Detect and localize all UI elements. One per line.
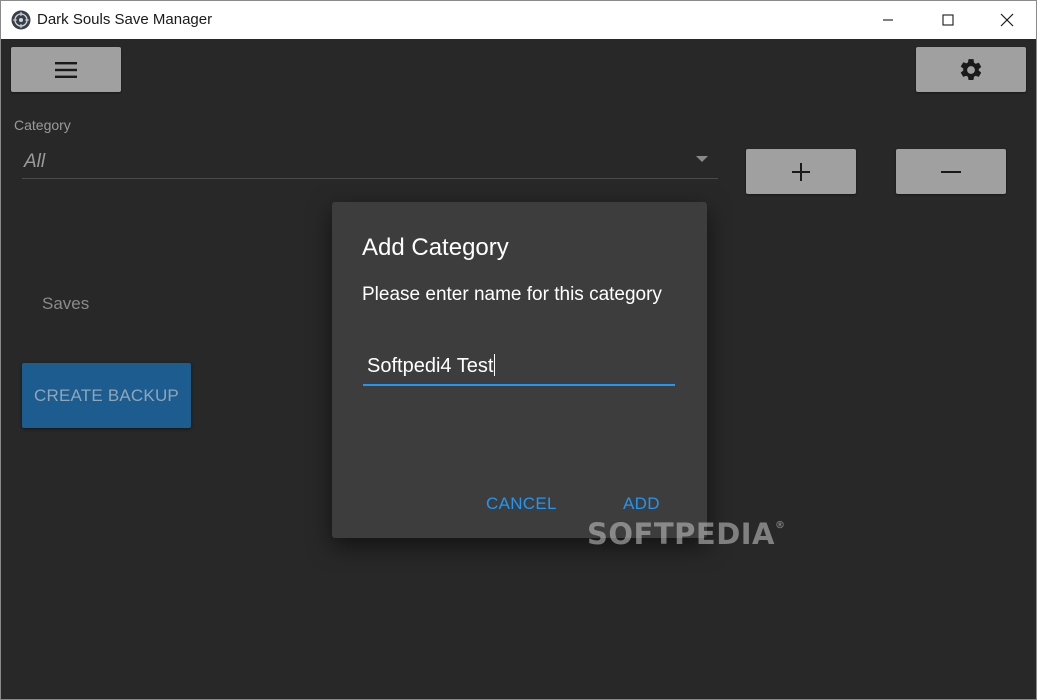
add-category-button[interactable] <box>746 149 856 194</box>
category-label: Category <box>14 117 71 133</box>
dialog-title: Add Category <box>362 234 509 261</box>
title-bar: Dark Souls Save Manager <box>1 1 1036 39</box>
window-title: Dark Souls Save Manager <box>37 11 213 28</box>
main-content: Category All Saves CREATE BACKUP Add Cat… <box>1 39 1036 699</box>
menu-button[interactable] <box>11 47 121 92</box>
category-name-field[interactable]: Softpedi4 Test <box>363 348 675 386</box>
text-caret <box>494 354 496 376</box>
close-button[interactable] <box>978 1 1036 39</box>
close-icon <box>1000 13 1014 27</box>
remove-category-button[interactable] <box>896 149 1006 194</box>
settings-button[interactable] <box>916 47 1026 92</box>
softpedia-watermark: SOFTPEDIA® <box>587 517 786 551</box>
category-name-input-value: Softpedi4 Test <box>367 355 494 377</box>
dropdown-arrow-icon <box>696 156 708 162</box>
hamburger-menu-icon <box>55 61 77 78</box>
watermark-text: SOFTPEDIA <box>587 517 776 551</box>
add-category-dialog: Add Category Please enter name for this … <box>332 202 707 538</box>
watermark-registered-mark: ® <box>775 520 786 531</box>
cancel-button[interactable]: CANCEL <box>486 494 557 514</box>
app-logo-icon <box>11 10 31 30</box>
saves-label: Saves <box>42 294 90 313</box>
maximize-button[interactable] <box>919 1 977 39</box>
minimize-button[interactable] <box>859 1 917 39</box>
dialog-message: Please enter name for this category <box>362 284 662 305</box>
add-button[interactable]: ADD <box>623 494 660 514</box>
app-window: Dark Souls Save Manager Category All Sav… <box>0 0 1037 700</box>
plus-icon <box>792 162 810 181</box>
maximize-icon <box>942 14 954 26</box>
minus-icon <box>941 170 961 173</box>
create-backup-button[interactable]: CREATE BACKUP <box>22 363 191 428</box>
category-dropdown[interactable]: All <box>22 143 718 179</box>
gear-icon <box>960 58 982 80</box>
category-selected-value: All <box>24 151 46 172</box>
minimize-icon <box>883 19 893 21</box>
category-name-input[interactable]: Softpedi4 Test <box>367 354 667 378</box>
